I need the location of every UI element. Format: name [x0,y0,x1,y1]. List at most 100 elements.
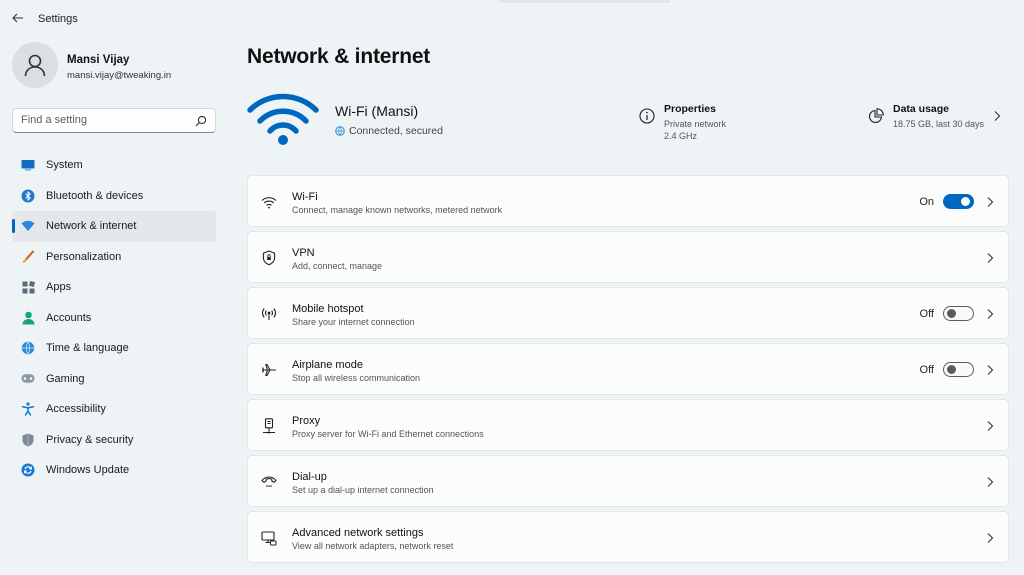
airplane-mode-toggle[interactable] [943,362,974,377]
wifi-toggle[interactable] [943,194,974,209]
sidebar-item-windows-update[interactable]: Windows Update [12,455,216,486]
proxy-card[interactable]: Proxy Proxy server for Wi-Fi and Etherne… [247,399,1009,451]
vpn-card[interactable]: VPN Add, connect, manage [247,231,1009,283]
info-icon[interactable] [639,108,655,124]
toggle-knob [947,309,956,318]
accessibility-icon [21,402,35,417]
sidebar-item-label: Time & language [46,342,129,355]
network-profile-type: Private network [664,119,727,129]
sidebar-item-label: Accessibility [46,403,106,416]
card-title: Airplane mode [292,359,363,371]
sidebar-item-accessibility[interactable]: Accessibility [12,394,216,425]
search-icon[interactable] [195,115,207,127]
sidebar-item-label: Network & internet [46,220,137,233]
chevron-right-icon[interactable] [986,252,994,264]
sidebar-item-label: Personalization [46,250,122,263]
sidebar-item-accounts[interactable]: Accounts [12,303,216,334]
card-subtitle: Share your internet connection [292,317,415,327]
vpn-shield-icon [261,250,277,266]
sidebar-item-label: System [46,159,83,172]
connection-status: Connected, secured [335,125,443,137]
dial-up-card[interactable]: Dial-up Set up a dial-up internet connec… [247,455,1009,507]
toggle-state-label: On [919,196,934,208]
hotspot-icon [261,306,277,322]
update-icon [21,463,35,477]
proxy-icon [261,418,277,434]
sidebar-item-apps[interactable]: Apps [12,272,216,303]
dialup-icon [261,474,277,490]
card-subtitle: Add, connect, manage [292,261,383,271]
user-email: mansi.vijay@tweaking.in [67,70,172,81]
back-button[interactable] [10,10,26,26]
globe-icon [335,126,345,136]
airplane-mode-card[interactable]: Airplane mode Stop all wireless communic… [247,343,1009,395]
toggle-knob [961,197,970,206]
shield-icon [21,433,35,447]
sidebar-item-privacy-security[interactable]: Privacy & security [12,425,216,456]
chevron-right-icon[interactable] [986,308,994,320]
chevron-right-icon[interactable] [986,532,994,544]
wifi-card[interactable]: Wi-Fi Connect, manage known networks, me… [247,175,1009,227]
sidebar-item-label: Windows Update [46,464,130,477]
title-bar-divider [500,0,670,3]
card-title: Mobile hotspot [292,303,364,315]
app-title: Settings [38,13,78,25]
brush-icon [21,250,35,264]
airplane-icon [261,362,277,378]
sidebar-item-label: Privacy & security [46,433,134,446]
sidebar-item-bluetooth[interactable]: Bluetooth & devices [12,181,216,212]
gamepad-icon [21,372,35,386]
sidebar-item-gaming[interactable]: Gaming [12,364,216,395]
user-profile[interactable]: Mansi Vijay mansi.vijay@tweaking.in [12,42,222,90]
search-box[interactable] [12,108,216,133]
sidebar-item-personalization[interactable]: Personalization [12,242,216,273]
sidebar-item-label: Gaming [46,372,85,385]
globe-clock-icon [21,341,35,355]
mobile-hotspot-toggle[interactable] [943,306,974,321]
card-subtitle: Set up a dial-up internet connection [292,485,434,495]
card-subtitle: Connect, manage known networks, metered … [292,205,503,215]
chevron-right-icon[interactable] [986,364,994,376]
connection-status-text: Connected, secured [349,125,443,137]
advanced-network-settings-card[interactable]: Advanced network settings View all netwo… [247,511,1009,563]
search-input[interactable] [21,114,191,126]
properties-link[interactable]: Properties [664,103,716,115]
sidebar-item-system[interactable]: System [12,150,216,181]
data-usage-summary: 18.75 GB, last 30 days [893,119,985,129]
sidebar-item-time-language[interactable]: Time & language [12,333,216,364]
sidebar-item-label: Apps [46,281,72,294]
avatar[interactable] [12,42,58,88]
chevron-right-icon[interactable] [986,476,994,488]
accounts-icon [21,311,35,325]
page-title: Network & internet [247,45,431,68]
network-band: 2.4 GHz [664,131,698,141]
network-hero: Wi-Fi (Mansi) Connected, secured Propert… [247,88,1007,148]
sidebar-item-network[interactable]: Network & internet [12,211,216,242]
toggle-state-label: Off [919,308,934,320]
card-title: Wi-Fi [292,191,318,203]
card-title: Advanced network settings [292,527,424,539]
person-icon [24,54,46,77]
chevron-right-icon[interactable] [986,196,994,208]
chevron-right-icon[interactable] [992,110,1002,122]
back-arrow-icon [12,13,23,23]
card-title: VPN [292,247,315,259]
connected-network-name: Wi-Fi (Mansi) [335,103,419,119]
chevron-right-icon[interactable] [986,420,994,432]
toggle-knob [947,365,956,374]
settings-cards: Wi-Fi Connect, manage known networks, me… [247,175,1009,567]
card-subtitle: Proxy server for Wi-Fi and Ethernet conn… [292,429,484,439]
data-usage-link[interactable]: Data usage [893,103,949,115]
wifi-large-icon [247,93,319,145]
sidebar-item-label: Accounts [46,311,92,324]
pie-chart-icon[interactable] [868,108,884,124]
toggle-state-label: Off [919,364,934,376]
advanced-network-icon [261,530,277,546]
card-title: Proxy [292,415,321,427]
wifi-icon [261,194,277,210]
bluetooth-icon [21,189,35,203]
apps-icon [21,280,35,294]
title-bar: Settings [0,0,1024,36]
mobile-hotspot-card[interactable]: Mobile hotspot Share your internet conne… [247,287,1009,339]
network-icon [21,219,35,233]
